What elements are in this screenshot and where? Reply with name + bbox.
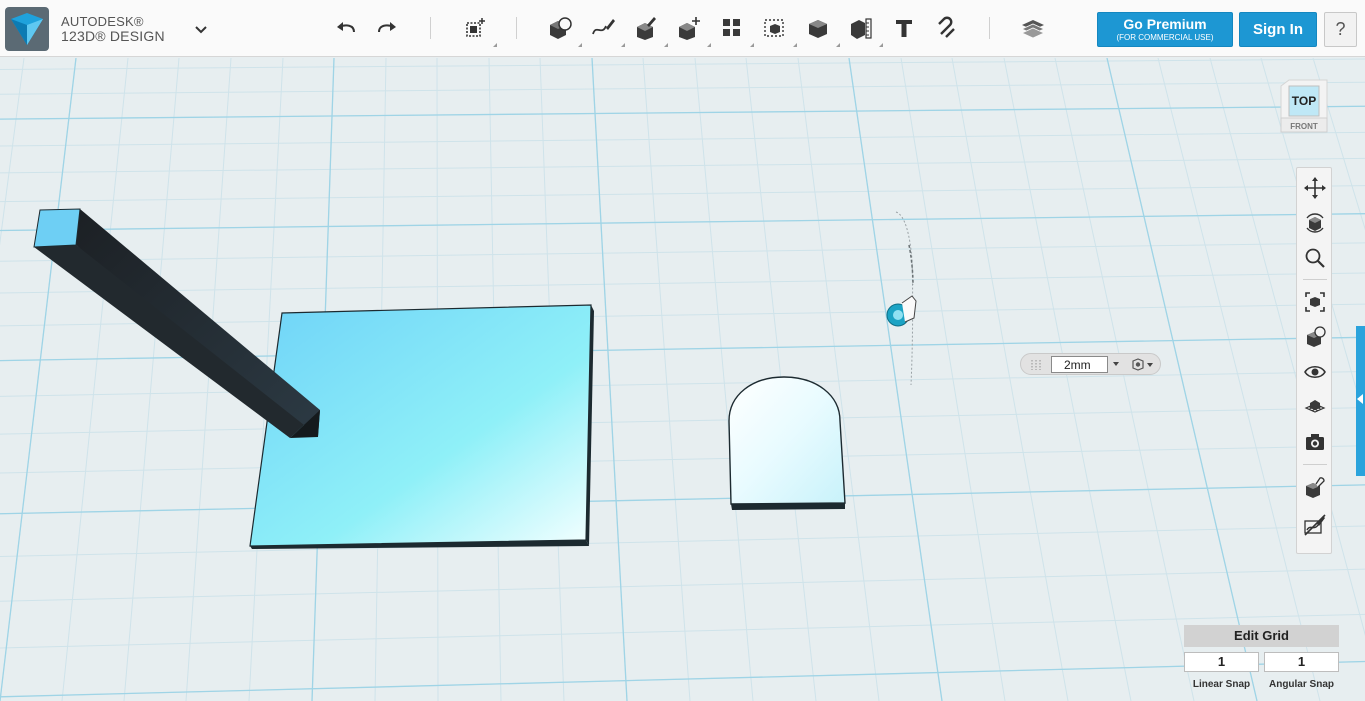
orbit-button[interactable] <box>1300 208 1330 238</box>
svg-text:FRONT: FRONT <box>1290 122 1318 131</box>
grouping-button[interactable] <box>757 11 797 47</box>
undo-button[interactable] <box>328 11 364 45</box>
primitives-button[interactable] <box>542 11 582 47</box>
view-cube[interactable]: FRONT TOP <box>1280 78 1328 134</box>
app-title: AUTODESK® 123D® DESIGN <box>61 14 165 44</box>
redo-icon <box>378 22 396 33</box>
nav-separator <box>1303 464 1327 465</box>
visibility-icon <box>1304 365 1326 379</box>
text-icon <box>896 20 912 37</box>
rotation-manipulator[interactable] <box>886 211 917 386</box>
snap-options-icon[interactable] <box>1129 357 1157 372</box>
transform-icon <box>466 18 485 37</box>
material-button[interactable] <box>1015 11 1051 45</box>
camera-icon <box>1306 434 1324 450</box>
scene-canvas <box>0 58 1365 701</box>
arch-object[interactable] <box>728 376 846 510</box>
dark-bar-object[interactable] <box>33 208 320 438</box>
fit-icon <box>1305 292 1325 312</box>
help-button[interactable]: ? <box>1324 12 1357 47</box>
toolbar-separator <box>430 17 431 39</box>
sign-in-button[interactable]: Sign In <box>1239 12 1317 47</box>
snap-icon <box>938 16 955 38</box>
pan-button[interactable] <box>1300 173 1330 203</box>
edit-grid-button[interactable]: Edit Grid <box>1184 625 1339 647</box>
linear-snap-value[interactable]: 1 <box>1184 652 1259 672</box>
pattern-icon <box>723 19 740 36</box>
edit-grid-panel: Edit Grid 1 1 Linear Snap Angular Snap <box>1184 625 1339 693</box>
drag-grip-icon[interactable] <box>1029 359 1043 371</box>
brand-line-2: 123D® DESIGN <box>61 28 165 44</box>
sketch-icon <box>592 19 615 35</box>
hide-sketch-button[interactable] <box>1300 510 1330 540</box>
pattern-button[interactable] <box>714 11 754 47</box>
nav-separator <box>1303 279 1327 280</box>
text-button[interactable] <box>886 11 922 45</box>
grid-toggle-button[interactable] <box>1300 392 1330 422</box>
angular-snap-value[interactable]: 1 <box>1264 652 1339 672</box>
top-toolbar: AUTODESK® 123D® DESIGN Go Premium (FOR C… <box>0 0 1365 57</box>
undo-icon <box>337 22 355 33</box>
navigation-bar <box>1296 167 1332 554</box>
toolbar-separator <box>516 17 517 39</box>
construct-button[interactable] <box>628 11 668 47</box>
material-view-button[interactable] <box>1300 472 1330 502</box>
measure-icon <box>851 18 872 39</box>
modify-icon <box>679 17 700 40</box>
transform-button[interactable] <box>457 11 497 47</box>
app-menu-chevron-icon[interactable] <box>192 23 210 37</box>
sketch-button[interactable] <box>585 11 625 47</box>
visibility-button[interactable] <box>1300 357 1330 387</box>
material-view-icon <box>1306 477 1325 498</box>
fit-button[interactable] <box>1300 287 1330 317</box>
zoom-icon <box>1305 248 1325 268</box>
side-panel-toggle[interactable] <box>1356 326 1365 476</box>
snap-button[interactable] <box>929 11 965 45</box>
dimension-value-input[interactable] <box>1051 356 1108 373</box>
combine-icon <box>809 20 827 38</box>
pan-icon <box>1304 177 1326 199</box>
primitives-icon <box>550 17 572 39</box>
camera-button[interactable] <box>1300 427 1330 457</box>
material-icon <box>1021 20 1045 39</box>
hide-sketch-icon <box>1304 514 1326 536</box>
modify-button[interactable] <box>671 11 711 47</box>
view-mode-button[interactable] <box>1300 322 1330 352</box>
construct-icon <box>637 17 656 40</box>
grid-icon <box>1304 400 1326 413</box>
premium-label: Go Premium <box>1123 16 1207 32</box>
dimension-input-widget <box>1020 353 1161 375</box>
dimension-unit-dropdown-icon[interactable] <box>1113 362 1119 366</box>
app-logo-icon[interactable] <box>5 7 49 51</box>
go-premium-button[interactable]: Go Premium (FOR COMMERCIAL USE) <box>1097 12 1233 47</box>
zoom-button[interactable] <box>1300 243 1330 273</box>
combine-button[interactable] <box>800 11 840 47</box>
brand-line-1: AUTODESK® <box>61 14 144 29</box>
orbit-icon <box>1306 213 1324 233</box>
toolbar-separator <box>989 17 990 39</box>
premium-sublabel: (FOR COMMERCIAL USE) <box>1116 33 1214 42</box>
view-cube-face-label: TOP <box>1291 94 1317 108</box>
3d-viewport[interactable]: FRONT TOP <box>0 58 1365 701</box>
angular-snap-label: Angular Snap <box>1268 679 1334 690</box>
redo-button[interactable] <box>369 11 405 45</box>
grouping-icon <box>764 19 784 37</box>
linear-snap-label: Linear Snap <box>1192 679 1251 690</box>
measure-button[interactable] <box>843 11 883 47</box>
view-mode-icon <box>1307 326 1326 347</box>
